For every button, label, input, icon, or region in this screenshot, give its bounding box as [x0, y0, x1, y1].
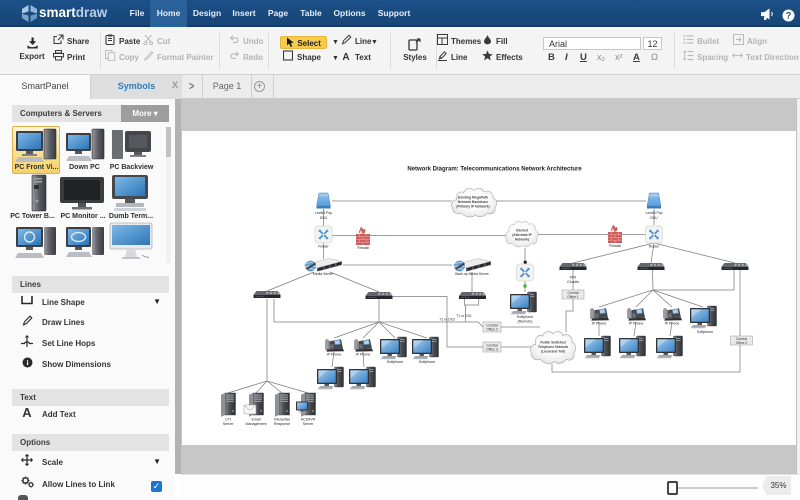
svg-text:IP Phone: IP Phone	[665, 322, 680, 326]
svg-text:PRI: PRI	[570, 276, 576, 280]
svg-text:i: i	[26, 358, 28, 367]
svg-text:Softphone: Softphone	[419, 360, 435, 364]
svg-text:Level3 Pop: Level3 Pop	[646, 211, 663, 215]
svg-text:(Alternate IP: (Alternate IP	[512, 233, 532, 237]
svg-text:Office 2: Office 2	[486, 327, 498, 331]
svg-text:Interactive: Interactive	[274, 418, 291, 422]
svg-text:Back-up Media Server: Back-up Media Server	[455, 272, 489, 276]
svg-text:IP Phone: IP Phone	[629, 322, 644, 326]
svg-text:T1 or DS3: T1 or DS3	[439, 318, 455, 322]
svg-text:Softphone: Softphone	[517, 315, 533, 319]
svg-text:(Primary IP Network): (Primary IP Network)	[456, 205, 489, 209]
svg-text:Existing MegaPath: Existing MegaPath	[458, 196, 488, 200]
svg-text:?: ?	[786, 11, 792, 21]
svg-text:DSU: DSU	[650, 216, 658, 220]
svg-text:Response: Response	[274, 422, 290, 426]
svg-text:T1 or DS1: T1 or DS1	[456, 314, 472, 318]
svg-text:CTI: CTI	[225, 418, 231, 422]
svg-text:Server: Server	[303, 422, 314, 426]
svg-text:Office 1: Office 1	[567, 295, 579, 299]
svg-text:IP Phone: IP Phone	[592, 322, 607, 326]
svg-text:Server: Server	[223, 422, 234, 426]
svg-text:Circuits: Circuits	[567, 280, 579, 284]
svg-text:Public Switched: Public Switched	[540, 341, 565, 345]
svg-text:Network): Network)	[515, 238, 529, 242]
svg-text:DSU: DSU	[320, 216, 328, 220]
svg-text:Network Backbone: Network Backbone	[458, 200, 489, 204]
svg-text:(Remote): (Remote)	[518, 319, 533, 323]
svg-text:Level3 Pop: Level3 Pop	[315, 211, 332, 215]
svg-text:Network Diagram: Telecommunica: Network Diagram: Telecommunications Netw…	[407, 167, 582, 173]
svg-text:Router: Router	[318, 245, 329, 249]
svg-text:Media Server: Media Server	[313, 272, 334, 276]
svg-text:(Local and Toll): (Local and Toll)	[541, 350, 565, 354]
svg-text:Softphone: Softphone	[697, 330, 713, 334]
svg-text:IP Phone: IP Phone	[356, 353, 371, 357]
svg-text:ACD/IVR: ACD/IVR	[301, 418, 316, 422]
svg-text:IP Phone: IP Phone	[327, 353, 342, 357]
svg-text:Firewall: Firewall	[609, 244, 621, 248]
svg-text:Softphone: Softphone	[387, 360, 403, 364]
svg-text:Internet: Internet	[516, 229, 529, 233]
svg-text:Firewall: Firewall	[357, 246, 369, 250]
svg-text:Office 2: Office 2	[736, 341, 748, 345]
svg-text:Office 3: Office 3	[486, 347, 498, 351]
svg-text:Router: Router	[649, 245, 660, 249]
svg-text:Telephone Network: Telephone Network	[538, 345, 568, 349]
svg-text:Email: Email	[252, 418, 261, 422]
svg-text:Management: Management	[246, 422, 267, 426]
